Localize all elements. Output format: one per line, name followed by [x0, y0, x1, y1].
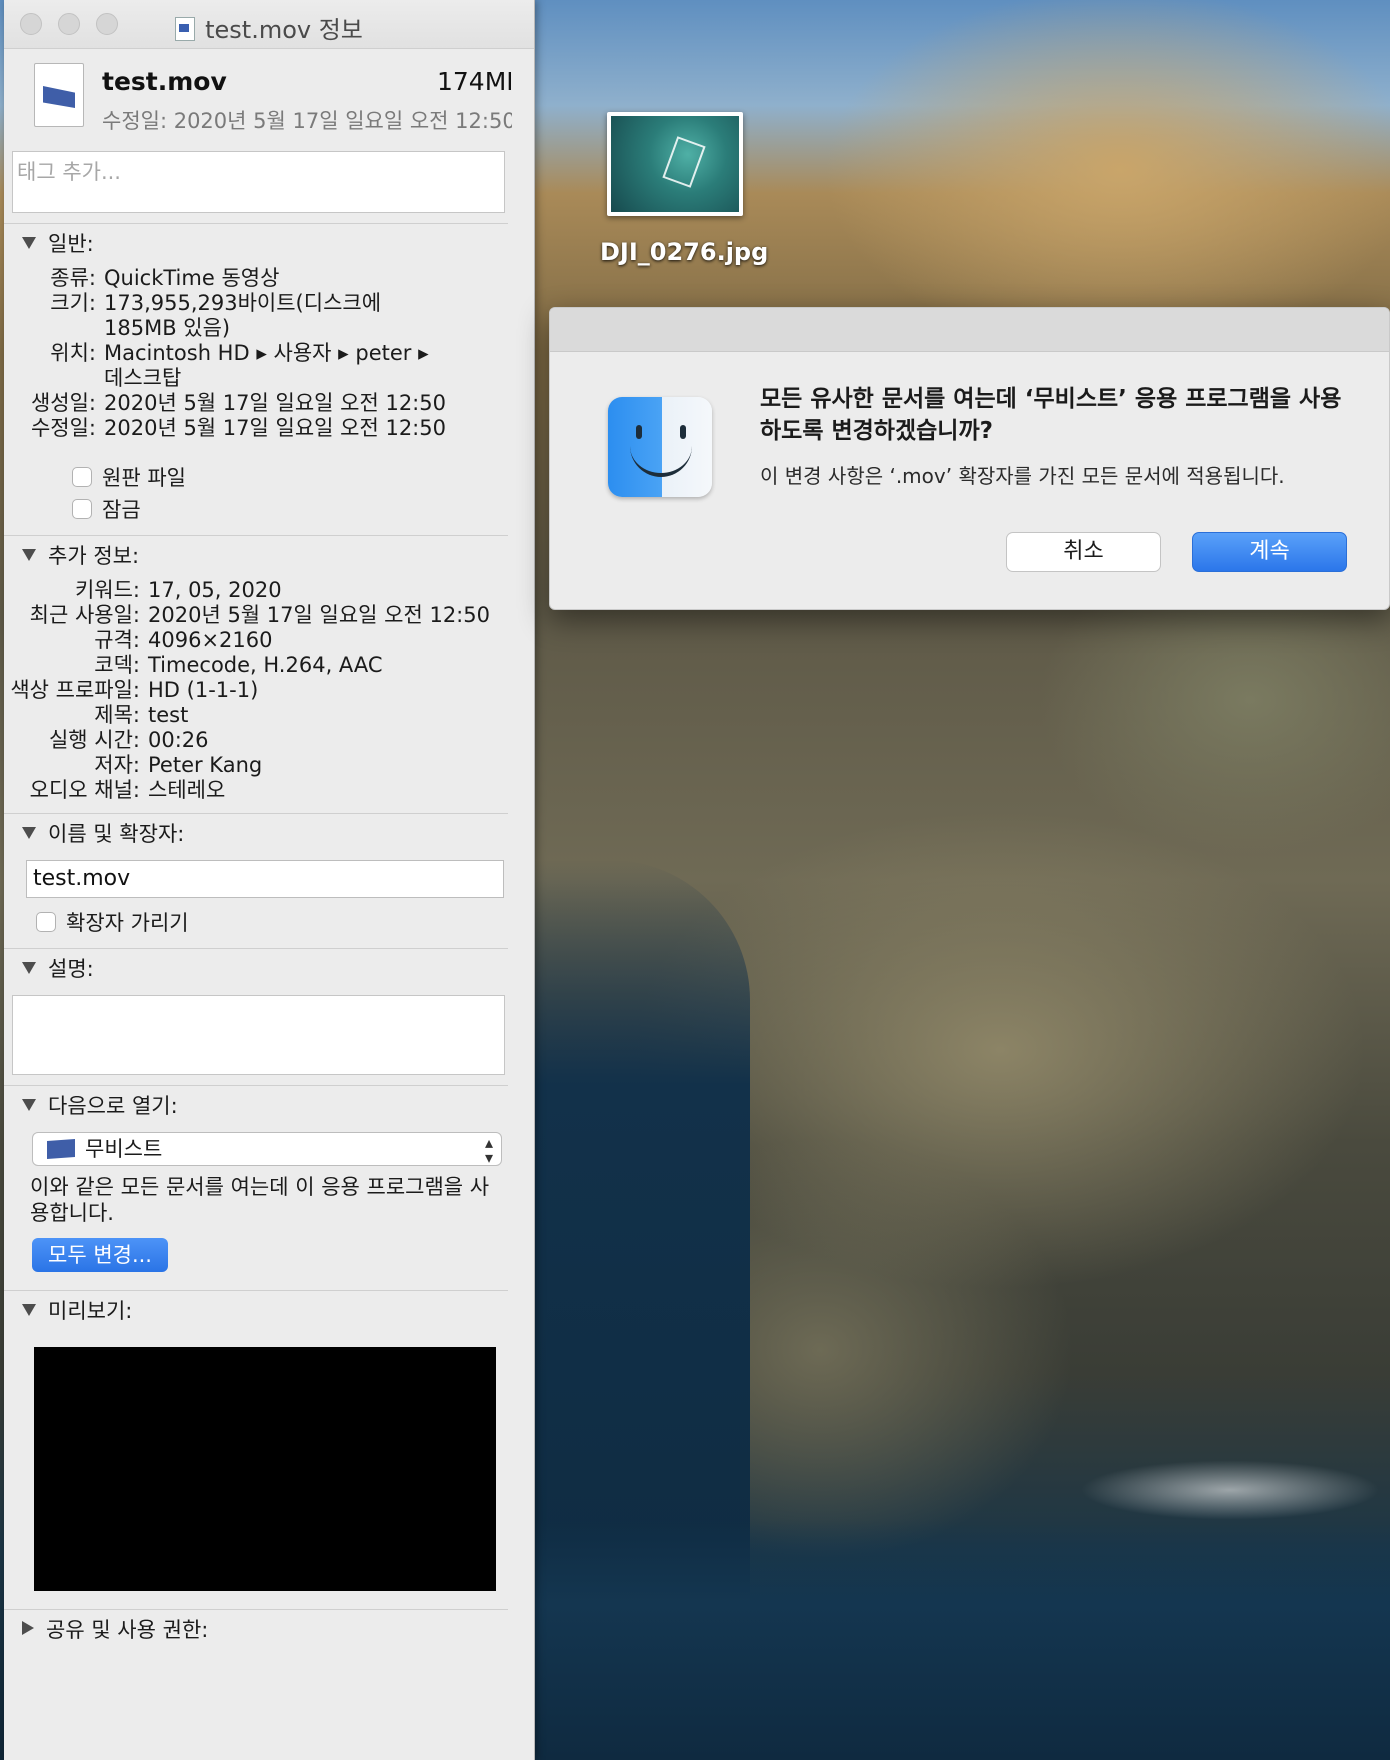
continue-button[interactable]: 계속 [1192, 532, 1347, 572]
open-with-section-header[interactable]: 다음으로 열기: [4, 1086, 508, 1126]
change-all-button[interactable]: 모두 변경... [32, 1238, 168, 1272]
size-row: 크기: 173,955,293바이트(디스크에 185MB 있음) [50, 291, 382, 340]
disclosure-triangle-icon[interactable] [22, 827, 36, 839]
modified-row: 수정일: 2020년 5월 17일 일요일 오전 12:50 [30, 416, 446, 440]
locked-checkbox[interactable] [72, 499, 92, 519]
where-row: 위치: Macintosh HD ▸ 사용자 ▸ peter ▸ 데스크탑 [50, 341, 429, 390]
disclosure-triangle-icon[interactable] [22, 237, 36, 249]
comments-section: 설명: [4, 948, 508, 1075]
hide-extension-row[interactable]: 확장자 가리기 [36, 906, 508, 938]
preview-section-header[interactable]: 미리보기: [4, 1291, 508, 1331]
movie-file-icon [34, 63, 84, 127]
preview-image [34, 1347, 496, 1591]
open-with-popup[interactable]: 무비스트 ▴ ▾ [32, 1132, 502, 1166]
wallpaper-sea-bottom [530, 1520, 1390, 1760]
window-title: test.mov 정보 [4, 10, 534, 45]
file-header: test.mov 174MB 수정일: 2020년 5월 17일 일요일 오전 … [4, 49, 534, 149]
movist-app-icon [47, 1139, 75, 1159]
sharing-section: 공유 및 사용 권한: [4, 1609, 508, 1650]
general-section: 일반: 종류: QuickTime 동영상 크기: 173,955,293바이트(디… [4, 223, 508, 525]
open-with-description: 이와 같은 모든 문서를 여는데 이 응용 프로그램을 사용합니다. [30, 1175, 490, 1225]
more-info-row: 키워드: 17, 05, 2020 [74, 578, 282, 602]
file-size: 174MB [437, 67, 511, 96]
change-all-alert-dialog: 모든 유사한 문서를 여는데 ‘무비스트’ 응용 프로그램을 사용하도록 변경하… [549, 307, 1390, 610]
created-row: 생성일: 2020년 5월 17일 일요일 오전 12:50 [30, 391, 446, 415]
desktop-file-icon[interactable]: DJI_0276.jpg [600, 112, 769, 266]
more-info-row: 오디오 채널: 스테레오 [29, 778, 226, 802]
kind-row: 종류: QuickTime 동영상 [50, 266, 280, 290]
name-extension-input[interactable]: test.mov [26, 860, 504, 898]
cancel-button[interactable]: 취소 [1006, 532, 1161, 572]
desktop-file-label: DJI_0276.jpg [600, 238, 769, 266]
alert-titlebar [550, 308, 1389, 352]
locked-checkbox-row[interactable]: 잠금 [72, 493, 508, 525]
finder-icon [608, 397, 712, 497]
file-name: test.mov [102, 67, 227, 96]
stationery-checkbox-row[interactable]: 원판 파일 [72, 461, 508, 493]
stationery-checkbox[interactable] [72, 467, 92, 487]
alert-message: 이 변경 사항은 ‘.mov’ 확장자를 가진 모든 문서에 적용됩니다. [760, 464, 1285, 488]
comments-section-header[interactable]: 설명: [4, 949, 508, 989]
disclosure-triangle-icon[interactable] [22, 962, 36, 974]
get-info-window: test.mov 정보 test.mov 174MB 수정일: 2020년 5월… [4, 0, 535, 1760]
more-info-section-header[interactable]: 추가 정보: [4, 536, 508, 576]
more-info-row: 실행 시간: 00:26 [48, 728, 209, 752]
disclosure-triangle-icon[interactable] [22, 1304, 36, 1316]
more-info-row: 색상 프로파일: HD (1-1-1) [10, 678, 259, 702]
movie-document-icon [175, 17, 196, 41]
more-info-row: 제목: test [94, 703, 189, 727]
more-info-section: 추가 정보: 키워드: 17, 05, 2020 최근 사용일: 2020년 5월 … [4, 535, 508, 803]
preview-section: 미리보기: [4, 1290, 508, 1591]
disclosure-triangle-collapsed-icon[interactable] [22, 1621, 34, 1635]
hide-extension-checkbox[interactable] [36, 912, 56, 932]
more-info-row: 저자: Peter Kang [94, 753, 263, 777]
more-info-row: 최근 사용일: 2020년 5월 17일 일요일 오전 12:50 [29, 603, 490, 627]
wallpaper-surf [1080, 1460, 1380, 1520]
more-info-row: 코덱: Timecode, H.264, AAC [94, 653, 383, 677]
image-thumbnail [607, 112, 743, 216]
disclosure-triangle-icon[interactable] [22, 549, 36, 561]
name-extension-section-header[interactable]: 이름 및 확장자: [4, 814, 508, 854]
file-modified-date: 수정일: 2020년 5월 17일 일요일 오전 12:50 [102, 109, 512, 133]
alert-title: 모든 유사한 문서를 여는데 ‘무비스트’ 응용 프로그램을 사용하도록 변경하… [760, 386, 1342, 444]
comments-textarea[interactable] [12, 995, 505, 1075]
window-titlebar[interactable]: test.mov 정보 [4, 0, 534, 49]
disclosure-triangle-icon[interactable] [22, 1099, 36, 1111]
tags-input[interactable]: 태그 추가... [12, 151, 505, 213]
up-down-chevron-icon: ▴ ▾ [484, 1133, 493, 1167]
open-with-section: 다음으로 열기: 무비스트 ▴ ▾ 이와 같은 모든 문서를 여는데 이 응용 프… [4, 1085, 508, 1272]
sharing-section-header[interactable]: 공유 및 사용 권한: [4, 1610, 508, 1650]
general-section-header[interactable]: 일반: [4, 224, 508, 264]
name-extension-section: 이름 및 확장자: test.mov 확장자 가리기 [4, 813, 508, 938]
more-info-row: 규격: 4096×2160 [94, 628, 273, 652]
